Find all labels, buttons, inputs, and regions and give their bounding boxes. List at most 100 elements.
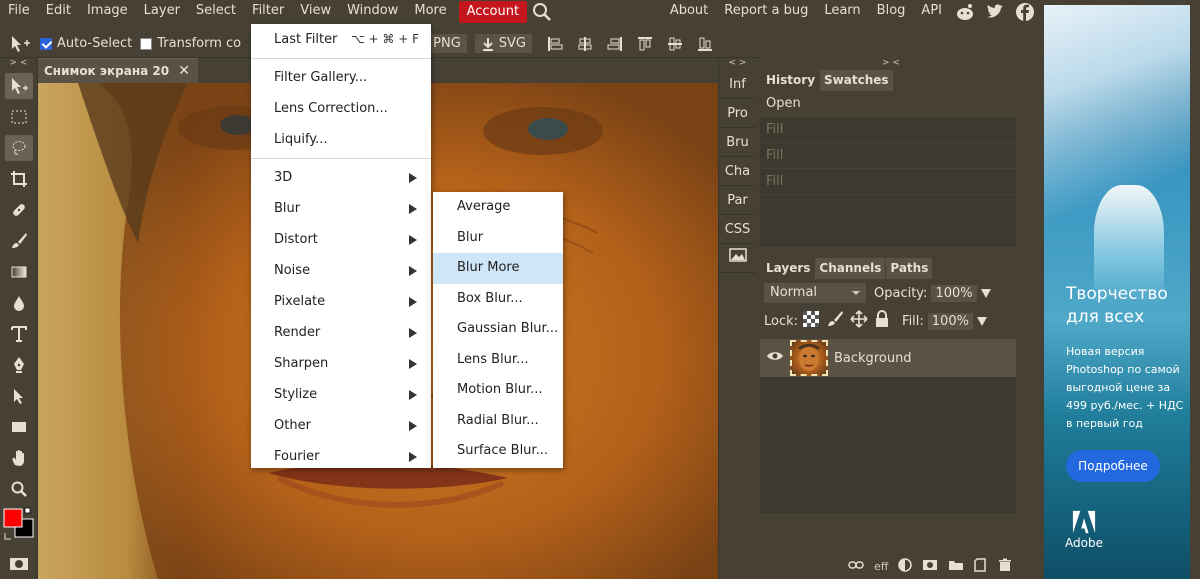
- menu-image[interactable]: Image: [79, 0, 136, 24]
- menu-item-other[interactable]: Other: [251, 410, 431, 441]
- align-left-icon[interactable]: [545, 35, 565, 53]
- right-panels-toggle[interactable]: > <: [758, 58, 1024, 70]
- panel-paragraph-button[interactable]: Par: [719, 186, 756, 215]
- brush-tool[interactable]: [0, 225, 38, 256]
- toolbar-collapse-toggle[interactable]: > <: [0, 58, 37, 70]
- lasso-tool[interactable]: [0, 132, 38, 163]
- search-icon[interactable]: [530, 2, 554, 22]
- auto-select-checkbox[interactable]: Auto-Select: [40, 36, 132, 51]
- menu-item-fourier[interactable]: Fourier: [251, 441, 431, 472]
- blur-tool[interactable]: [0, 287, 38, 318]
- menu-about[interactable]: About: [662, 0, 716, 24]
- panel-brush-button[interactable]: Bru: [719, 128, 756, 157]
- adjustment-layer-icon[interactable]: [898, 558, 913, 575]
- facebook-icon[interactable]: [1013, 2, 1037, 22]
- opacity-dropdown-icon[interactable]: [980, 288, 991, 298]
- color-swatches[interactable]: [0, 504, 38, 548]
- menu-item-stylize[interactable]: Stylize: [251, 379, 431, 410]
- new-group-folder-icon[interactable]: [948, 559, 964, 574]
- tab-swatches[interactable]: Swatches: [820, 70, 893, 91]
- align-right-icon[interactable]: [605, 35, 625, 53]
- advertisement-banner[interactable]: Творчество для всех Новая версия Photosh…: [1044, 5, 1190, 579]
- menu-item-render[interactable]: Render: [251, 317, 431, 348]
- panel-info-button[interactable]: Inf: [719, 70, 756, 99]
- effects-button[interactable]: eff: [874, 560, 888, 573]
- menu-edit[interactable]: Edit: [38, 0, 79, 24]
- lock-position-move-icon[interactable]: [850, 310, 868, 332]
- crop-tool[interactable]: [0, 163, 38, 194]
- healing-tool[interactable]: [0, 194, 38, 225]
- menu-blog[interactable]: Blog: [869, 0, 914, 24]
- panel-character-button[interactable]: Cha: [719, 157, 756, 186]
- menu-item-3d[interactable]: 3D: [251, 162, 431, 193]
- history-item[interactable]: Fill: [760, 143, 1016, 169]
- tab-paths[interactable]: Paths: [886, 258, 933, 279]
- tab-layers[interactable]: Layers: [762, 258, 815, 279]
- align-top-icon[interactable]: [635, 35, 655, 53]
- ad-more-button[interactable]: Подробнее: [1066, 450, 1160, 482]
- panel-image-button[interactable]: [719, 244, 756, 273]
- menu-layer[interactable]: Layer: [136, 0, 188, 24]
- close-tab-icon[interactable]: ✕: [178, 63, 190, 79]
- export-svg-button[interactable]: SVG: [474, 34, 532, 53]
- delete-layer-trash-icon[interactable]: [998, 558, 1012, 575]
- align-bottom-icon[interactable]: [695, 35, 715, 53]
- menu-item-last-filter[interactable]: Last Filter ⌥ + ⌘ + F: [251, 24, 431, 55]
- menu-item-lens-blur[interactable]: Lens Blur...: [433, 345, 563, 376]
- layer-row[interactable]: Background: [760, 339, 1016, 377]
- history-item[interactable]: Fill: [760, 169, 1016, 195]
- menu-item-gaussian-blur[interactable]: Gaussian Blur...: [433, 314, 563, 345]
- menu-item-radial-blur[interactable]: Radial Blur...: [433, 406, 563, 437]
- menu-item-blur-filter[interactable]: Blur: [433, 223, 563, 254]
- hand-tool[interactable]: [0, 442, 38, 473]
- menu-item-blur[interactable]: Blur: [251, 193, 431, 224]
- align-center-icon[interactable]: [575, 35, 595, 53]
- menu-file[interactable]: File: [0, 0, 38, 24]
- new-layer-icon[interactable]: [974, 558, 988, 575]
- eye-visibility-icon[interactable]: [766, 350, 784, 366]
- fill-dropdown-icon[interactable]: [976, 316, 987, 326]
- menu-item-lens-correction[interactable]: Lens Correction...: [251, 93, 431, 124]
- menu-item-noise[interactable]: Noise: [251, 255, 431, 286]
- menu-item-liquify[interactable]: Liquify...: [251, 124, 431, 155]
- panel-properties-button[interactable]: Pro: [719, 99, 756, 128]
- menu-item-sharpen[interactable]: Sharpen: [251, 348, 431, 379]
- tab-channels[interactable]: Channels: [815, 258, 886, 279]
- opacity-input[interactable]: 100%: [931, 284, 977, 302]
- fill-input[interactable]: 100%: [927, 312, 973, 330]
- marquee-tool[interactable]: [0, 101, 38, 132]
- menu-report-bug[interactable]: Report a bug: [716, 0, 816, 24]
- shape-tool[interactable]: [0, 411, 38, 442]
- layer-mask-icon[interactable]: [922, 559, 938, 574]
- panel-css-button[interactable]: CSS: [719, 215, 756, 244]
- menu-item-filter-gallery[interactable]: Filter Gallery...: [251, 62, 431, 93]
- menu-api[interactable]: API: [913, 0, 950, 24]
- account-button[interactable]: Account: [458, 1, 528, 23]
- gradient-tool[interactable]: [0, 256, 38, 287]
- move-tool[interactable]: [0, 70, 38, 101]
- link-layers-icon[interactable]: [848, 560, 864, 573]
- menu-item-blur-more[interactable]: Blur More: [433, 253, 563, 284]
- menu-item-pixelate[interactable]: Pixelate: [251, 286, 431, 317]
- history-item[interactable]: Fill: [760, 117, 1016, 143]
- blend-mode-select[interactable]: Normal: [764, 283, 866, 303]
- document-tab[interactable]: Снимок экрана 20 ✕: [38, 58, 198, 83]
- path-select-tool[interactable]: [0, 380, 38, 411]
- lock-transparency-icon[interactable]: [802, 310, 820, 332]
- menu-item-distort[interactable]: Distort: [251, 224, 431, 255]
- menu-item-motion-blur[interactable]: Motion Blur...: [433, 375, 563, 406]
- menu-more[interactable]: More: [406, 0, 454, 24]
- lock-all-padlock-icon[interactable]: [874, 310, 890, 332]
- transform-controls-checkbox[interactable]: Transform co: [140, 36, 241, 51]
- menu-item-box-blur[interactable]: Box Blur...: [433, 284, 563, 315]
- history-item[interactable]: Open: [760, 91, 1016, 117]
- type-tool[interactable]: [0, 318, 38, 349]
- menu-select[interactable]: Select: [188, 0, 244, 24]
- quick-mask-tool[interactable]: [0, 548, 38, 579]
- tab-history[interactable]: History: [762, 70, 820, 91]
- menu-view[interactable]: View: [292, 0, 339, 24]
- twitter-icon[interactable]: [983, 2, 1007, 22]
- menu-item-surface-blur[interactable]: Surface Blur...: [433, 436, 563, 467]
- zoom-tool[interactable]: [0, 473, 38, 504]
- align-middle-icon[interactable]: [665, 35, 685, 53]
